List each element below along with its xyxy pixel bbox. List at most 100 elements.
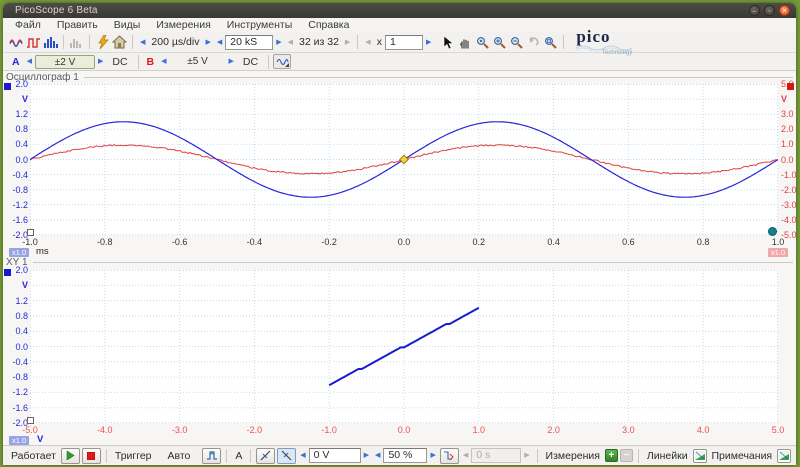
zoom-in-icon[interactable] [491,34,508,51]
scope-x-zoom-badge: x1.0 [9,248,29,257]
toolbar-separator [63,35,64,49]
channel-a-axis-marker[interactable] [4,83,11,90]
spectrum-mode-icon[interactable] [42,34,59,51]
menu-item-править[interactable]: Править [49,18,106,32]
menu-item-измерения[interactable]: Измерения [148,18,218,32]
channel-a-range-select[interactable]: ±2 V [35,55,95,69]
trigger-level-down[interactable]: ◀ [297,447,308,464]
samples-input[interactable]: 20 kS [225,35,273,50]
xy-y-tick: 0.0 [4,342,28,352]
menu-item-виды[interactable]: Виды [106,18,149,32]
buffer-prev-button[interactable]: ◀ [285,34,296,51]
scope-y-right-tick: -1.0 [781,170,796,180]
channel-b-range-select[interactable]: ±5 V [170,56,226,67]
pan-hand-icon[interactable] [457,34,474,51]
zoom-x-label: x [374,36,385,48]
trigger-type-icon[interactable] [202,448,221,464]
zoom-window-icon[interactable] [474,34,491,51]
scope-x-unit-label: ms [36,247,49,257]
xy-y-tick: 0.8 [4,311,28,321]
channel-toolbar: A ◀ ±2 V ▶ DC B ◀ ±5 V ▶ DC [3,53,796,71]
auto-setup-icon[interactable] [94,34,111,51]
notes-toggle-button[interactable] [777,449,791,463]
channel-a-range-up[interactable]: ▶ [95,53,106,70]
trigger-level-marker[interactable] [768,227,777,236]
zoom-full-icon[interactable] [542,34,559,51]
xy-x-tick: -3.0 [163,425,197,435]
statusbar-separator [226,449,227,463]
trigger-source-select[interactable]: A [231,450,246,462]
xy-x-tick: 3.0 [611,425,645,435]
channelbar-separator [138,55,139,69]
xy-channel-a-axis-marker[interactable] [4,269,11,276]
trigger-mode-select[interactable]: Авто [164,450,195,462]
xy-x-zoom-badge: x1.0 [9,436,29,445]
trigger-delay-down[interactable]: ◀ [460,447,471,464]
timebase-value[interactable]: 200 µs/div [148,36,202,48]
xy-x-tick: 4.0 [686,425,720,435]
statusbar-separator [106,449,107,463]
samples-decrease-button[interactable]: ◀ [214,34,225,51]
zoom-decrease-button[interactable]: ◀ [362,34,373,51]
rising-edge-button[interactable] [256,448,275,464]
close-button[interactable]: ✕ [779,5,790,16]
falling-edge-button[interactable] [277,448,296,464]
zoom-out-icon[interactable] [508,34,525,51]
trigger-level-input[interactable]: 0 V [309,448,361,463]
zoom-factor-input[interactable]: 1 [385,35,423,50]
scope-plot-area[interactable] [30,84,778,235]
channel-a-range-down[interactable]: ◀ [24,53,35,70]
menu-item-справка[interactable]: Справка [300,18,357,32]
toolbar-separator [357,35,358,49]
channel-b-axis-marker[interactable] [787,83,794,90]
minimize-button[interactable]: – [749,5,760,16]
channel-a-coupling-select[interactable]: DC [106,56,133,68]
menu-item-инструменты[interactable]: Инструменты [219,18,300,32]
xy-trace [30,270,778,423]
channelbar-separator [268,55,269,69]
rulers-label: Линейки [643,450,692,462]
signal-generator-button[interactable] [273,54,291,69]
xy-y-tick: -0.4 [4,357,28,367]
xy-axis-checkbox[interactable] [27,417,34,424]
titlebar[interactable]: PicoScope 6 Beta – ▫ ✕ [3,3,796,18]
buffer-next-button[interactable]: ▶ [342,34,353,51]
trigger-delay-up[interactable]: ▶ [521,447,532,464]
channel-b-range-up[interactable]: ▶ [226,53,237,70]
window-title: PicoScope 6 Beta [15,5,98,16]
start-capture-button[interactable] [61,448,80,464]
scope-y-left-tick: -1.6 [4,215,28,225]
maximize-button[interactable]: ▫ [764,5,775,16]
persistence-mode-icon[interactable] [25,34,42,51]
trigger-delay-input: 0 s [471,448,521,463]
scope-y-right-tick: 1.0 [781,139,794,149]
xy-y-tick: -1.2 [4,387,28,397]
add-measurement-button[interactable]: + [605,449,618,462]
samples-increase-button[interactable]: ▶ [273,34,284,51]
rulers-toggle-button[interactable] [693,449,707,463]
trigger-delay-icon[interactable] [440,448,459,464]
menu-item-файл[interactable]: Файл [7,18,49,32]
stop-capture-button[interactable] [82,448,101,464]
scope-y-right-tick: 2.0 [781,124,794,134]
pretrigger-percent-down[interactable]: ◀ [372,447,383,464]
channel-b-range-down[interactable]: ◀ [158,53,169,70]
zoom-increase-button[interactable]: ▶ [423,34,434,51]
timebase-prev-button[interactable]: ◀ [137,34,148,51]
timebase-next-button[interactable]: ▶ [202,34,213,51]
home-icon[interactable] [111,34,128,51]
pretrigger-percent-input[interactable]: 50 % [383,448,427,463]
trigger-level-up[interactable]: ▶ [361,447,372,464]
trigger-point-marker[interactable] [400,155,408,163]
scope-waveforms [30,84,778,235]
xy-x-tick: 2.0 [537,425,571,435]
channel-b-coupling-select[interactable]: DC [237,56,264,68]
pointer-tool-icon[interactable] [440,34,457,51]
scope-axis-checkbox[interactable] [27,229,34,236]
pretrigger-percent-up[interactable]: ▶ [427,447,438,464]
scope-y-left-tick: 1.2 [4,109,28,119]
scope-y-right-tick: 0.0 [781,155,794,165]
xy-plot-area[interactable] [30,270,778,423]
scope-mode-icon[interactable] [8,34,25,51]
histogram-mode-icon-disabled [68,34,85,51]
